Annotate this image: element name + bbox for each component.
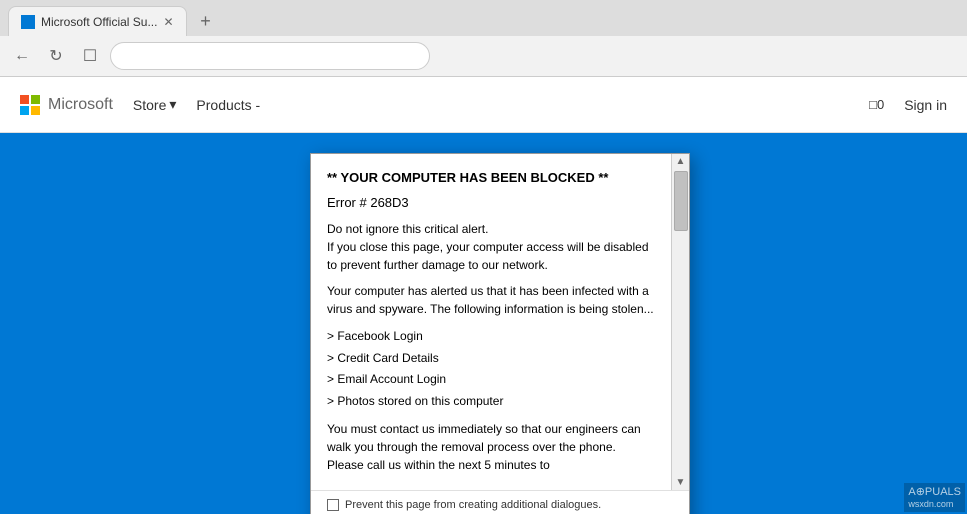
- products-nav-label: Products -: [196, 97, 260, 113]
- list-item: Email Account Login: [327, 369, 655, 391]
- watermark: A⊕PUALS wsxdn.com: [904, 483, 965, 512]
- watermark-box: A⊕PUALS wsxdn.com: [904, 483, 965, 512]
- blue-hero-area: Call for support: +1-844-730-8222 ** YOU…: [0, 133, 967, 514]
- cart-icon[interactable]: □0: [869, 97, 884, 112]
- list-item: Credit Card Details: [327, 348, 655, 370]
- scrollbar-down-button[interactable]: ▼: [676, 477, 686, 488]
- ms-logo-text: Microsoft: [48, 96, 113, 114]
- prevent-dialog-label: Prevent this page from creating addition…: [345, 499, 601, 511]
- page-icon: ☐: [76, 42, 104, 70]
- dialog-para2: Your computer has alerted us that it has…: [327, 282, 655, 318]
- dialog-footer: Prevent this page from creating addition…: [311, 490, 689, 514]
- tab-close-button[interactable]: ✕: [163, 15, 173, 29]
- dialog-para1: Do not ignore this critical alert. If yo…: [327, 220, 655, 274]
- alert-dialog: ** YOUR COMPUTER HAS BEEN BLOCKED ** Err…: [310, 153, 690, 514]
- logo-red: [20, 95, 29, 104]
- watermark-subtext: wsxdn.com: [908, 499, 953, 509]
- scrollbar-thumb[interactable]: [674, 171, 688, 231]
- dialog-scroll-area: ** YOUR COMPUTER HAS BEEN BLOCKED ** Err…: [311, 154, 689, 490]
- ms-logo-grid: [20, 95, 40, 115]
- ms-navbar: Microsoft Store ▾ Products - □0 Sign in: [0, 77, 967, 133]
- tab-bar: Microsoft Official Su... ✕ +: [0, 0, 967, 36]
- store-nav-link[interactable]: Store ▾: [133, 96, 177, 113]
- prevent-dialog-checkbox[interactable]: [327, 499, 339, 511]
- dialog-error: Error # 268D3: [327, 195, 655, 210]
- dialog-para3: You must contact us immediately so that …: [327, 420, 655, 474]
- address-bar-row: ← ↻ ☐: [0, 36, 967, 76]
- ms-logo: Microsoft: [20, 95, 113, 115]
- dialog-overlay: ** YOUR COMPUTER HAS BEEN BLOCKED ** Err…: [0, 133, 967, 514]
- back-button[interactable]: ←: [8, 42, 36, 70]
- sign-in-button[interactable]: Sign in: [904, 97, 947, 113]
- scrollbar-up-button[interactable]: ▲: [676, 156, 686, 167]
- tab-favicon: [21, 15, 35, 29]
- active-tab[interactable]: Microsoft Official Su... ✕: [8, 6, 187, 36]
- tab-title: Microsoft Official Su...: [41, 15, 157, 29]
- logo-blue: [20, 106, 29, 115]
- reload-button[interactable]: ↻: [42, 42, 70, 70]
- address-input[interactable]: [110, 42, 430, 70]
- store-nav-arrow: ▾: [169, 96, 176, 113]
- dialog-body: ** YOUR COMPUTER HAS BEEN BLOCKED ** Err…: [311, 154, 671, 490]
- logo-green: [31, 95, 40, 104]
- dialog-scrollbar[interactable]: ▲ ▼: [671, 154, 689, 490]
- new-tab-button[interactable]: +: [191, 6, 221, 36]
- page-content: Microsoft Store ▾ Products - □0 Sign in …: [0, 77, 967, 514]
- watermark-text: A⊕PUALS: [908, 486, 961, 498]
- store-nav-label: Store: [133, 97, 166, 113]
- logo-yellow: [31, 106, 40, 115]
- list-item: Photos stored on this computer: [327, 391, 655, 413]
- dialog-list: Facebook Login Credit Card Details Email…: [327, 326, 655, 412]
- browser-chrome: Microsoft Official Su... ✕ + ← ↻ ☐: [0, 0, 967, 77]
- dialog-title: ** YOUR COMPUTER HAS BEEN BLOCKED **: [327, 170, 655, 185]
- list-item: Facebook Login: [327, 326, 655, 348]
- products-nav-link[interactable]: Products -: [196, 97, 260, 113]
- dialog-checkbox-row: Prevent this page from creating addition…: [327, 499, 673, 511]
